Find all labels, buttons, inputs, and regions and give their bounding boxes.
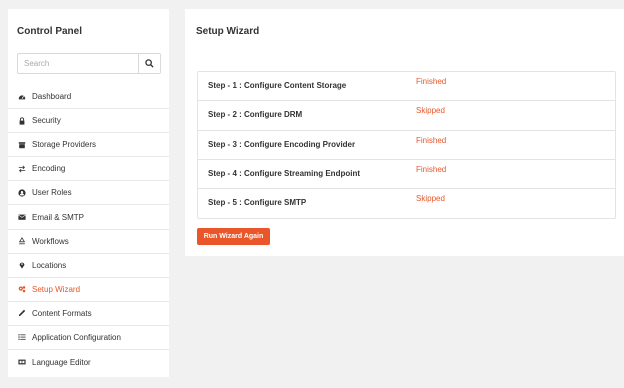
map-marker-icon: [17, 260, 27, 270]
envelope-icon: [17, 212, 27, 222]
sidebar-item-label: Security: [32, 116, 61, 126]
sidebar-item-label: Language Editor: [32, 357, 91, 367]
main-panel: Setup Wizard Step - 1 : Configure Conten…: [185, 9, 624, 256]
sidebar-title: Control Panel: [17, 26, 83, 37]
sidebar-item-workflows[interactable]: Workflows: [8, 230, 169, 254]
sidebar-item-label: Application Configuration: [32, 332, 121, 342]
steps-list: Step - 1 : Configure Content Storage Fin…: [197, 71, 616, 219]
sidebar-item-dashboard[interactable]: Dashboard: [8, 85, 169, 110]
step-label: Step - 4 : Configure Streaming Endpoint: [208, 168, 360, 178]
step-label: Step - 5 : Configure SMTP: [208, 198, 307, 208]
sidebar-item-label: Encoding: [32, 164, 66, 174]
step-label: Step - 1 : Configure Content Storage: [208, 81, 347, 90]
sidebar-item-security[interactable]: Security: [8, 109, 169, 134]
run-wizard-again-button[interactable]: Run Wizard Again: [197, 228, 270, 245]
sidebar-item-label: Email & SMTP: [32, 212, 85, 222]
sidebar-item-label: Dashboard: [32, 92, 72, 102]
storage-icon: [17, 140, 27, 150]
exchange-icon: [17, 164, 27, 174]
cogs-icon: [17, 284, 27, 294]
list-item: Step - 1 : Configure Content Storage Fin…: [198, 72, 615, 102]
sidebar-item-language-editor[interactable]: Language Editor: [8, 350, 169, 374]
search-box: [17, 53, 161, 74]
step-status: Finished: [416, 77, 447, 86]
step-label: Step - 2 : Configure DRM: [208, 110, 303, 120]
sidebar-item-application-configuration[interactable]: Application Configuration: [8, 326, 169, 351]
list-item: Step - 5 : Configure SMTP Skipped: [198, 189, 615, 218]
step-status: Skipped: [416, 194, 445, 204]
search-icon: [145, 59, 154, 68]
recycle-icon: [17, 236, 27, 246]
sidebar-item-label: Workflows: [32, 236, 69, 246]
sidebar-nav: Dashboard Security Storage Providers Enc…: [8, 85, 169, 374]
language-icon: [17, 357, 27, 367]
list-icon: [17, 332, 27, 342]
list-item: Step - 3 : Configure Encoding Provider F…: [198, 131, 615, 160]
search-button[interactable]: [138, 54, 160, 73]
dashboard-icon: [17, 92, 27, 102]
sidebar-item-user-roles[interactable]: User Roles: [8, 181, 169, 206]
sidebar-item-label: Content Formats: [32, 308, 92, 318]
search-input[interactable]: [18, 54, 138, 73]
list-item: Step - 4 : Configure Streaming Endpoint …: [198, 160, 615, 190]
sidebar-item-email-smtp[interactable]: Email & SMTP: [8, 205, 169, 230]
sidebar-item-content-formats[interactable]: Content Formats: [8, 302, 169, 326]
list-item: Step - 2 : Configure DRM Skipped: [198, 101, 615, 131]
sidebar-item-label: Locations: [32, 260, 67, 270]
sidebar-item-label: Setup Wizard: [32, 284, 81, 294]
sidebar-item-label: User Roles: [32, 188, 72, 198]
sidebar: Control Panel Dashboard Security Storage…: [8, 9, 169, 377]
sidebar-item-storage-providers[interactable]: Storage Providers: [8, 133, 169, 158]
user-icon: [17, 188, 27, 198]
sidebar-item-label: Storage Providers: [32, 140, 97, 150]
step-label: Step - 3 : Configure Encoding Provider: [208, 139, 356, 149]
pencil-icon: [17, 308, 27, 318]
step-status: Finished: [416, 135, 447, 145]
lock-icon: [17, 116, 27, 126]
page-title: Setup Wizard: [196, 26, 260, 37]
sidebar-item-setup-wizard[interactable]: Setup Wizard: [8, 278, 169, 302]
step-status: Skipped: [416, 106, 445, 116]
step-status: Finished: [416, 164, 447, 174]
sidebar-item-locations[interactable]: Locations: [8, 254, 169, 278]
sidebar-item-encoding[interactable]: Encoding: [8, 157, 169, 182]
